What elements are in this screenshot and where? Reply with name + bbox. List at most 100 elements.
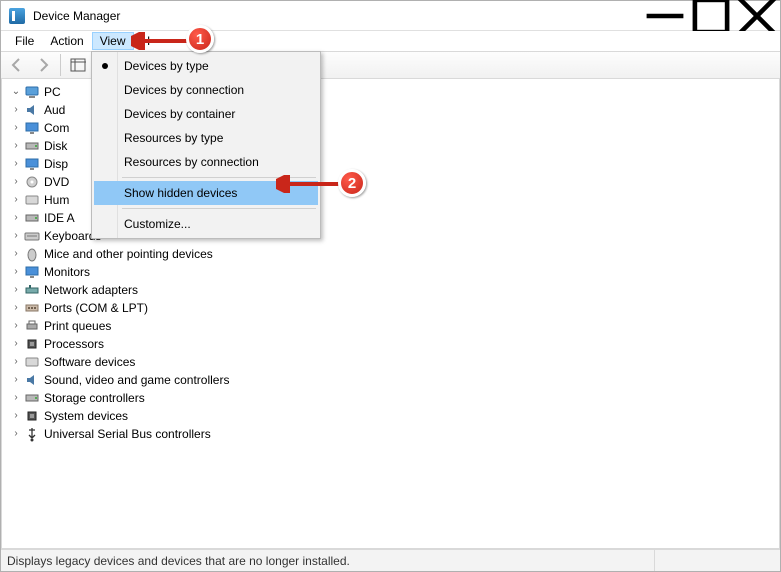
device-icon <box>24 174 40 190</box>
menu-bar: File Action View H <box>1 31 780 51</box>
device-icon <box>24 102 40 118</box>
expand-icon[interactable]: › <box>10 392 22 404</box>
menu-customize[interactable]: Customize... <box>94 212 318 236</box>
device-icon <box>24 138 40 154</box>
expand-icon[interactable]: › <box>10 410 22 422</box>
status-text: Displays legacy devices and devices that… <box>7 554 350 568</box>
expand-icon[interactable]: › <box>10 320 22 332</box>
tree-node[interactable]: › Software devices <box>8 353 779 371</box>
tree-node[interactable]: › Universal Serial Bus controllers <box>8 425 779 443</box>
callout-one: 1 <box>186 25 214 53</box>
show-hide-tree-button[interactable] <box>66 54 90 76</box>
device-icon <box>24 354 40 370</box>
tree-node-label: DVD <box>44 174 69 190</box>
tree-node-label: Network adapters <box>44 282 138 298</box>
tree-node-label: Universal Serial Bus controllers <box>44 426 211 442</box>
expand-icon[interactable]: › <box>10 122 22 134</box>
tree-node[interactable]: › Sound, video and game controllers <box>8 371 779 389</box>
device-icon <box>24 300 40 316</box>
menu-separator <box>122 177 316 178</box>
menu-show-hidden-devices[interactable]: Show hidden devices <box>94 181 318 205</box>
computer-icon <box>24 84 40 100</box>
close-button[interactable] <box>734 1 780 31</box>
expand-icon[interactable]: › <box>10 230 22 242</box>
window-title: Device Manager <box>33 9 120 23</box>
device-icon <box>24 156 40 172</box>
device-icon <box>24 390 40 406</box>
expand-icon[interactable]: › <box>10 356 22 368</box>
app-icon <box>9 8 25 24</box>
expand-icon[interactable]: › <box>10 176 22 188</box>
tree-node-label: Software devices <box>44 354 135 370</box>
expand-icon[interactable]: › <box>10 302 22 314</box>
status-bar: Displays legacy devices and devices that… <box>1 549 780 571</box>
tree-node-label: Com <box>44 120 69 136</box>
tree-node[interactable]: › Network adapters <box>8 281 779 299</box>
tree-node-label: Print queues <box>44 318 111 334</box>
menu-action[interactable]: Action <box>42 32 91 50</box>
tree-node[interactable]: › Ports (COM & LPT) <box>8 299 779 317</box>
tree-node-label: Disp <box>44 156 68 172</box>
tree-node-label: Ports (COM & LPT) <box>44 300 148 316</box>
expand-icon[interactable]: › <box>10 248 22 260</box>
device-icon <box>24 318 40 334</box>
expand-icon[interactable]: › <box>10 374 22 386</box>
expand-icon[interactable]: › <box>10 266 22 278</box>
menu-help[interactable]: H <box>134 32 159 50</box>
menu-file[interactable]: File <box>7 32 42 50</box>
device-icon <box>24 192 40 208</box>
tree-node-label: Monitors <box>44 264 90 280</box>
device-icon <box>24 246 40 262</box>
minimize-button[interactable] <box>642 1 688 31</box>
device-icon <box>24 426 40 442</box>
device-icon <box>24 336 40 352</box>
device-icon <box>24 120 40 136</box>
tree-node[interactable]: › Storage controllers <box>8 389 779 407</box>
expand-icon[interactable]: › <box>10 194 22 206</box>
bullet-icon <box>102 63 108 69</box>
device-icon <box>24 408 40 424</box>
tree-node-label: Disk <box>44 138 67 154</box>
tree-node[interactable]: › Processors <box>8 335 779 353</box>
status-grip <box>654 550 774 571</box>
menu-resources-by-type[interactable]: Resources by type <box>94 126 318 150</box>
device-icon <box>24 264 40 280</box>
tree-node[interactable]: › Print queues <box>8 317 779 335</box>
tree-node[interactable]: › Monitors <box>8 263 779 281</box>
tree-node-label: IDE A <box>44 210 75 226</box>
expand-icon[interactable]: › <box>10 338 22 350</box>
tree-node-label: System devices <box>44 408 128 424</box>
tree-node-label: Aud <box>44 102 65 118</box>
view-dropdown: Devices by type Devices by connection De… <box>91 51 321 239</box>
expand-icon[interactable]: › <box>10 104 22 116</box>
expand-icon[interactable]: › <box>10 428 22 440</box>
title-bar: Device Manager <box>1 1 780 31</box>
expand-icon[interactable]: ⌄ <box>10 86 22 98</box>
tree-node-label: Sound, video and game controllers <box>44 372 229 388</box>
tree-node[interactable]: › Mice and other pointing devices <box>8 245 779 263</box>
forward-button[interactable] <box>31 54 55 76</box>
maximize-button[interactable] <box>688 1 734 31</box>
menu-devices-by-container[interactable]: Devices by container <box>94 102 318 126</box>
callout-two: 2 <box>338 169 366 197</box>
menu-separator <box>122 208 316 209</box>
tree-node[interactable]: › System devices <box>8 407 779 425</box>
expand-icon[interactable]: › <box>10 140 22 152</box>
expand-icon[interactable]: › <box>10 212 22 224</box>
tree-node-label: Processors <box>44 336 104 352</box>
toolbar-separator <box>60 54 61 76</box>
tree-node-label: Hum <box>44 192 69 208</box>
back-button[interactable] <box>5 54 29 76</box>
tree-node-label: Storage controllers <box>44 390 145 406</box>
device-icon <box>24 372 40 388</box>
menu-devices-by-type[interactable]: Devices by type <box>94 54 318 78</box>
device-icon <box>24 282 40 298</box>
expand-icon[interactable]: › <box>10 284 22 296</box>
tree-node-label: Mice and other pointing devices <box>44 246 213 262</box>
tree-root-label: PC <box>44 84 61 100</box>
menu-view[interactable]: View <box>92 32 134 50</box>
menu-resources-by-connection[interactable]: Resources by connection <box>94 150 318 174</box>
menu-devices-by-connection[interactable]: Devices by connection <box>94 78 318 102</box>
device-icon <box>24 210 40 226</box>
expand-icon[interactable]: › <box>10 158 22 170</box>
